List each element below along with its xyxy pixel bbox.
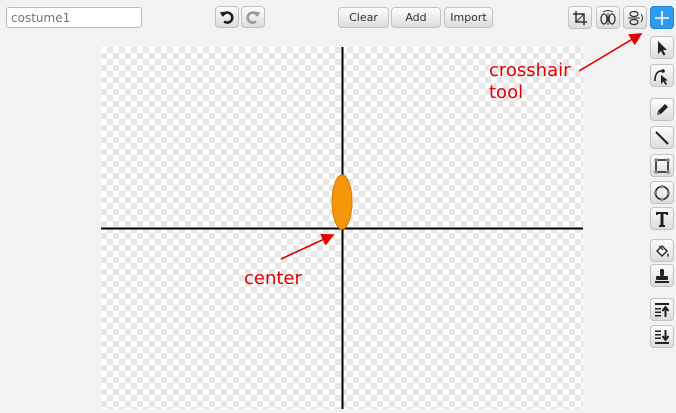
pencil-tool-button[interactable] [650,98,674,121]
add-button[interactable]: Add [391,7,441,28]
line-icon [655,130,669,145]
crop-button[interactable] [568,6,592,29]
crosshair-button[interactable] [650,6,674,29]
crosshair-arrow [578,33,643,72]
send-backward-button[interactable] [650,325,674,348]
flip-horizontal-button[interactable] [596,6,620,29]
bring-forward-icon [655,302,670,317]
orange-ellipse-shape [331,174,353,230]
stamp-icon [655,268,669,283]
reshape-icon [654,68,668,85]
ellipse-tool-button[interactable] [650,181,674,204]
undo-button[interactable] [215,6,239,28]
flip-vertical-icon [628,10,643,25]
crosshair-icon [655,10,669,25]
ellipse-icon [653,184,671,201]
clear-button[interactable]: Clear [338,7,389,28]
import-button[interactable]: Import [444,7,493,28]
pencil-icon [657,103,668,115]
paint-bucket-icon [656,244,669,257]
crosshair-annotation-line2: tool [489,82,524,103]
rectangle-tool-button[interactable] [650,154,674,177]
undo-icon [219,11,234,24]
center-annotation: center [244,268,302,289]
redo-button[interactable] [241,6,265,28]
stamp-tool-button[interactable] [650,264,674,287]
paint-bucket-tool-button[interactable] [650,239,674,262]
flip-vertical-button[interactable] [623,6,647,29]
select-arrow-icon [658,40,667,55]
reshape-tool-button[interactable] [650,64,674,87]
line-tool-button[interactable] [650,126,674,149]
send-backward-icon [655,329,670,344]
select-tool-button[interactable] [650,36,674,59]
bring-forward-button[interactable] [650,298,674,321]
costume-name-input[interactable] [6,7,142,28]
flip-horizontal-icon [600,9,616,25]
crosshair-annotation-line1: crosshair [489,60,571,81]
redo-icon [246,11,261,24]
crop-icon [573,10,587,25]
text-icon [656,211,668,227]
rectangle-icon [654,157,670,174]
text-tool-button[interactable] [650,207,674,230]
